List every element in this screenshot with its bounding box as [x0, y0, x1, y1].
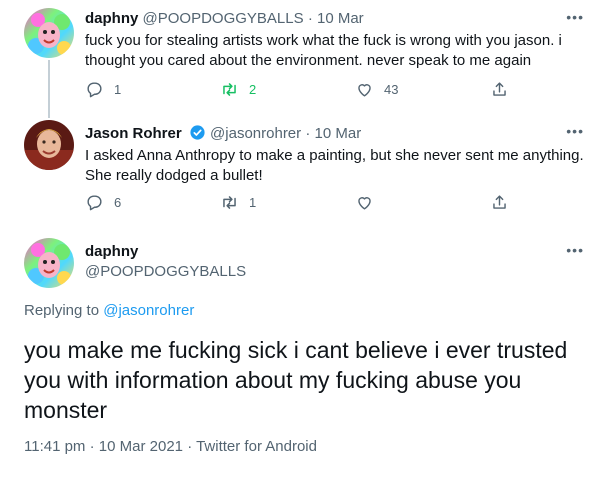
avatar[interactable]	[24, 238, 74, 288]
heart-icon	[358, 84, 371, 97]
avatar[interactable]	[24, 120, 74, 170]
thread-tweet-daphny[interactable]: daphny @POOPDOGGYBALLS · 10 Mar ••• fuck…	[0, 0, 604, 118]
heart-icon	[358, 197, 371, 210]
tweet-text-line: I asked Anna Anthropy to make a painting…	[85, 147, 584, 164]
share-icon	[493, 195, 506, 209]
separator-dot: ·	[187, 438, 193, 455]
separator-dot: ·	[305, 125, 311, 142]
share-button[interactable]	[490, 80, 509, 99]
tweet-header: daphny @POOPDOGGYBALLS · 10 Mar	[85, 10, 364, 27]
retweet-button[interactable]: 2	[220, 80, 256, 99]
retweet-button[interactable]: 1	[220, 193, 256, 212]
replying-to-link[interactable]: @jasonrohrer	[103, 302, 194, 319]
author-name[interactable]: daphny	[85, 10, 138, 27]
author-handle[interactable]: @POOPDOGGYBALLS	[143, 10, 304, 27]
share-button[interactable]	[490, 193, 509, 212]
reply-icon	[87, 195, 102, 211]
author-handle[interactable]: @POOPDOGGYBALLS	[85, 263, 246, 280]
author-name[interactable]: daphny	[85, 243, 138, 260]
avatar[interactable]	[24, 8, 74, 58]
author-name[interactable]: Jason Rohrer	[85, 125, 182, 142]
tweet-text-line: fuck you for stealing artists work what …	[85, 32, 562, 49]
tweet-date[interactable]: 10 Mar	[317, 10, 364, 27]
reply-button[interactable]: 1	[85, 80, 121, 99]
tweet-text: fuck you for stealing artists work what …	[85, 31, 562, 71]
tweet-full-date[interactable]: 10 Mar 2021	[99, 438, 183, 455]
tweet-date[interactable]: 10 Mar	[315, 125, 362, 142]
retweet-count: 2	[249, 82, 257, 97]
reply-button[interactable]: 6	[85, 193, 121, 212]
retweet-icon	[223, 83, 236, 96]
thread-tweet-jason-rohrer[interactable]: Jason Rohrer @jasonrohrer · 10 Mar ••• I…	[0, 118, 604, 228]
separator-dot: ·	[307, 10, 313, 27]
tweet-text-line: thought you cared about the environment.…	[85, 52, 532, 69]
like-button[interactable]	[355, 193, 384, 212]
more-options-icon[interactable]: •••	[566, 9, 584, 25]
tweet-text: I asked Anna Anthropy to make a painting…	[85, 146, 584, 186]
share-icon	[493, 82, 506, 96]
replying-to-line: Replying to @jasonrohrer	[24, 302, 194, 319]
reply-count: 1	[114, 82, 122, 97]
retweet-count: 1	[249, 195, 257, 210]
separator-dot: ·	[89, 438, 95, 455]
tweet-actions: 6 1	[85, 193, 515, 213]
reply-icon	[87, 82, 102, 98]
tweet-text-line: She really dodged a bullet!	[85, 167, 263, 184]
tweet-actions: 1 2 43	[85, 80, 515, 100]
reply-count: 6	[114, 195, 122, 210]
main-tweet-text: you make me fucking sick i cant believe …	[24, 337, 568, 423]
author-handle[interactable]: @jasonrohrer	[210, 125, 301, 142]
tweet-metadata: 11:41 pm · 10 Mar 2021 · Twitter for And…	[24, 438, 317, 455]
like-count: 43	[384, 82, 399, 97]
retweet-icon	[223, 196, 236, 209]
more-options-icon[interactable]: •••	[566, 242, 584, 258]
more-options-icon[interactable]: •••	[566, 123, 584, 139]
tweet-source[interactable]: Twitter for Android	[196, 438, 317, 455]
like-button[interactable]: 43	[355, 80, 398, 99]
replying-to-prefix: Replying to	[24, 302, 100, 319]
tweet-header: Jason Rohrer @jasonrohrer · 10 Mar	[85, 124, 361, 145]
tweet-time[interactable]: 11:41 pm	[24, 438, 85, 455]
verified-badge-icon	[189, 124, 206, 145]
